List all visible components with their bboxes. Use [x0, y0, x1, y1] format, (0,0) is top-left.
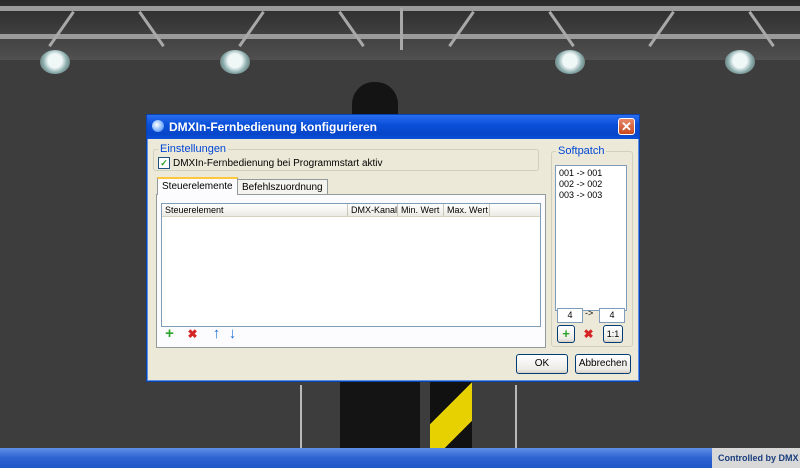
spotlight: [555, 50, 585, 74]
softpatch-one-to-one-button[interactable]: 1:1: [603, 325, 623, 343]
config-dialog: DMXIn-Fernbedienung konfigurieren ✕ Eins…: [146, 114, 640, 382]
add-control-button[interactable]: +: [162, 326, 177, 342]
list-item[interactable]: 003 -> 003: [559, 190, 602, 200]
app-icon: [152, 120, 164, 132]
stage-truss: [0, 0, 800, 60]
performer-costume: [430, 380, 472, 448]
move-down-button[interactable]: ↓: [225, 326, 240, 342]
truss-strut: [648, 10, 675, 48]
settings-legend: Einstellungen: [160, 143, 227, 155]
softpatch-legend: Softpatch: [558, 145, 605, 157]
spotlight: [725, 50, 755, 74]
taskbar: [0, 448, 800, 468]
list-item[interactable]: 001 -> 001: [559, 168, 602, 178]
status-label: Controlled by DMX: [712, 448, 800, 468]
truss-strut: [138, 10, 165, 48]
autostart-checkbox[interactable]: ✓: [158, 157, 170, 169]
autostart-option[interactable]: ✓ DMXIn-Fernbedienung bei Programmstart …: [158, 157, 383, 169]
softpatch-delete-button[interactable]: ✖: [581, 327, 596, 342]
softpatch-list[interactable]: 001 -> 001 002 -> 002 003 -> 003: [555, 165, 627, 311]
truss-strut: [48, 10, 75, 48]
softpatch-add-button[interactable]: +: [557, 325, 575, 343]
truss-strut: [548, 10, 575, 48]
column-header-dmx-kanal[interactable]: DMX-Kanal: [348, 204, 398, 216]
tab-steuerelemente[interactable]: Steuerelemente: [157, 177, 238, 195]
list-item[interactable]: 002 -> 002: [559, 179, 602, 189]
cancel-button[interactable]: Abbrechen: [575, 354, 631, 374]
spotlight: [220, 50, 250, 74]
autostart-label: DMXIn-Fernbedienung bei Programmstart ak…: [173, 157, 383, 169]
spotlight: [40, 50, 70, 74]
column-header-steuerelement[interactable]: Steuerelement: [162, 204, 348, 216]
title-bar[interactable]: DMXIn-Fernbedienung konfigurieren ✕: [147, 115, 639, 139]
mic-stand: [515, 385, 517, 448]
close-button[interactable]: ✕: [618, 118, 635, 135]
performer-body: [340, 380, 420, 448]
move-up-button[interactable]: ↑: [209, 326, 224, 342]
column-header-min-wert[interactable]: Min. Wert: [398, 204, 444, 216]
truss-strut: [338, 10, 365, 48]
tab-befehlszuordnung[interactable]: Befehlszuordnung: [237, 179, 328, 195]
settings-group: Einstellungen ✓ DMXIn-Fernbedienung bei …: [153, 143, 539, 171]
truss-strut: [238, 10, 265, 48]
truss-strut: [448, 10, 475, 48]
softpatch-from-input[interactable]: 4: [557, 308, 583, 323]
truss-strut: [748, 10, 775, 48]
softpatch-to-input[interactable]: 4: [599, 308, 625, 323]
softpatch-arrow: ->: [585, 308, 594, 318]
window-title: DMXIn-Fernbedienung konfigurieren: [169, 120, 378, 134]
column-header-max-wert[interactable]: Max. Wert: [444, 204, 490, 216]
truss-strut: [400, 8, 403, 50]
controls-table[interactable]: Steuerelement DMX-Kanal Min. Wert Max. W…: [161, 203, 541, 327]
delete-control-button[interactable]: ✖: [185, 327, 200, 342]
mic-stand: [300, 385, 302, 448]
ok-button[interactable]: OK: [516, 354, 568, 374]
performer-head: [352, 82, 398, 118]
table-header: Steuerelement DMX-Kanal Min. Wert Max. W…: [162, 204, 540, 217]
